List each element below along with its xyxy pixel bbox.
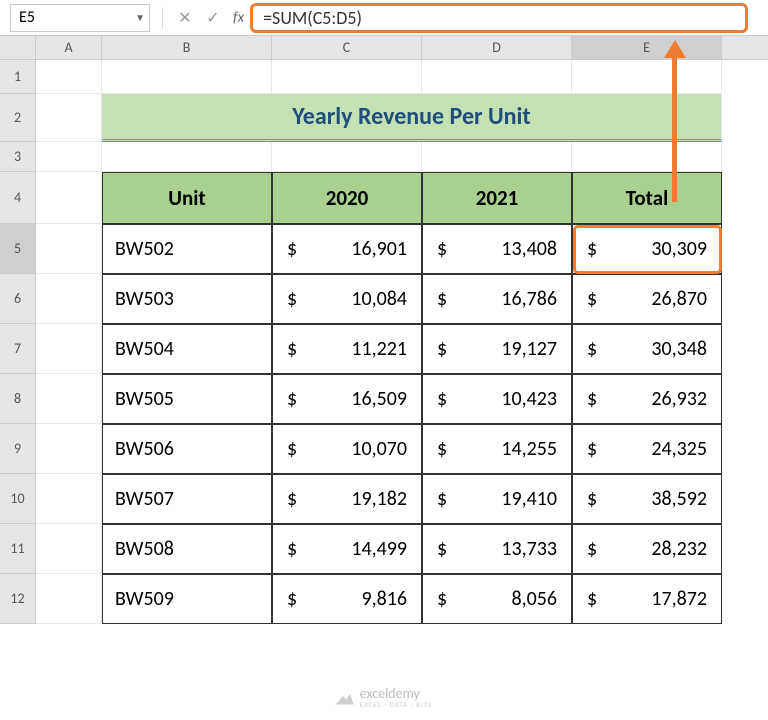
cell-A6[interactable] [36, 274, 102, 324]
row-header-7[interactable]: 7 [0, 324, 36, 374]
row-header-9[interactable]: 9 [0, 424, 36, 474]
cell-2020-5[interactable]: $16,901 [272, 224, 422, 274]
formula-bar: E5 ▼ ✕ ✓ fx =SUM(C5:D5) [0, 0, 768, 36]
cell-total-12[interactable]: $17,872 [572, 574, 722, 624]
cell-total-5[interactable]: $30,309 [572, 224, 722, 274]
cell-2021-11[interactable]: $13,733 [422, 524, 572, 574]
cell-2021-12[interactable]: $8,056 [422, 574, 572, 624]
cell-A5[interactable] [36, 224, 102, 274]
fx-icon[interactable]: fx [233, 9, 244, 27]
row-header-2[interactable]: 2 [0, 94, 36, 142]
spreadsheet-grid: A B C D E 1 2 3 4 5 6 7 8 9 10 11 12 [0, 36, 768, 624]
formula-text: =SUM(C5:D5) [263, 7, 362, 29]
cell-2020-9[interactable]: $10,070 [272, 424, 422, 474]
cell-2020-11[interactable]: $14,499 [272, 524, 422, 574]
select-all-corner[interactable] [0, 36, 36, 59]
header-2021[interactable]: 2021 [422, 172, 572, 224]
cell-B1[interactable] [102, 60, 272, 94]
watermark-sub: EXCEL · DATA · BITS [360, 701, 433, 708]
name-box[interactable]: E5 ▼ [10, 4, 150, 32]
cell-C1[interactable] [272, 60, 422, 94]
row-header-12[interactable]: 12 [0, 574, 36, 624]
header-unit[interactable]: Unit [102, 172, 272, 224]
col-header-B[interactable]: B [102, 36, 272, 59]
title-cell[interactable]: Yearly Revenue Per Unit [102, 94, 722, 142]
cell-D3[interactable] [422, 142, 572, 172]
cell-2021-8[interactable]: $10,423 [422, 374, 572, 424]
cell-A2[interactable] [36, 94, 102, 142]
col-header-C[interactable]: C [272, 36, 422, 59]
cell-unit-10[interactable]: BW507 [102, 474, 272, 524]
cell-E3[interactable] [572, 142, 722, 172]
col-header-D[interactable]: D [422, 36, 572, 59]
cell-total-11[interactable]: $28,232 [572, 524, 722, 574]
col-header-E[interactable]: E [572, 36, 722, 59]
row-header-11[interactable]: 11 [0, 524, 36, 574]
row-header-10[interactable]: 10 [0, 474, 36, 524]
confirm-icon[interactable]: ✓ [199, 4, 227, 32]
cell-2021-10[interactable]: $19,410 [422, 474, 572, 524]
cell-2021-6[interactable]: $16,786 [422, 274, 572, 324]
row-header-6[interactable]: 6 [0, 274, 36, 324]
cell-D1[interactable] [422, 60, 572, 94]
watermark-name: exceldemy [360, 687, 433, 701]
cell-total-6[interactable]: $26,870 [572, 274, 722, 324]
cell-A8[interactable] [36, 374, 102, 424]
header-total[interactable]: Total [572, 172, 722, 224]
name-box-value: E5 [19, 8, 35, 27]
cell-unit-8[interactable]: BW505 [102, 374, 272, 424]
col-header-A[interactable]: A [36, 36, 102, 59]
cell-A9[interactable] [36, 424, 102, 474]
cell-unit-7[interactable]: BW504 [102, 324, 272, 374]
chart-icon [336, 691, 354, 705]
cell-total-9[interactable]: $24,325 [572, 424, 722, 474]
row-header-5[interactable]: 5 [0, 224, 36, 274]
cell-unit-6[interactable]: BW503 [102, 274, 272, 324]
cell-total-10[interactable]: $38,592 [572, 474, 722, 524]
cell-C3[interactable] [272, 142, 422, 172]
column-headers: A B C D E [0, 36, 768, 60]
cell-2021-9[interactable]: $14,255 [422, 424, 572, 474]
cell-unit-5[interactable]: BW502 [102, 224, 272, 274]
cell-A12[interactable] [36, 574, 102, 624]
cell-E1[interactable] [572, 60, 722, 94]
cell-2021-5[interactable]: $13,408 [422, 224, 572, 274]
cell-A3[interactable] [36, 142, 102, 172]
cell-A1[interactable] [36, 60, 102, 94]
chevron-down-icon[interactable]: ▼ [135, 11, 145, 24]
cells-area: Yearly Revenue Per Unit Unit 2020 2021 T… [36, 60, 722, 624]
formula-input[interactable]: =SUM(C5:D5) [250, 3, 748, 33]
cell-unit-9[interactable]: BW506 [102, 424, 272, 474]
cell-A10[interactable] [36, 474, 102, 524]
cell-2020-7[interactable]: $11,221 [272, 324, 422, 374]
separator [162, 7, 163, 29]
cell-2020-8[interactable]: $16,509 [272, 374, 422, 424]
cell-total-8[interactable]: $26,932 [572, 374, 722, 424]
watermark: exceldemy EXCEL · DATA · BITS [336, 687, 433, 708]
row-header-4[interactable]: 4 [0, 172, 36, 224]
header-2020[interactable]: 2020 [272, 172, 422, 224]
row-headers: 1 2 3 4 5 6 7 8 9 10 11 12 [0, 60, 36, 624]
row-header-3[interactable]: 3 [0, 142, 36, 172]
cancel-icon[interactable]: ✕ [171, 4, 199, 32]
cell-A4[interactable] [36, 172, 102, 224]
cell-unit-11[interactable]: BW508 [102, 524, 272, 574]
cell-A11[interactable] [36, 524, 102, 574]
cell-B3[interactable] [102, 142, 272, 172]
cell-unit-12[interactable]: BW509 [102, 574, 272, 624]
row-header-8[interactable]: 8 [0, 374, 36, 424]
cell-2021-7[interactable]: $19,127 [422, 324, 572, 374]
cell-2020-12[interactable]: $9,816 [272, 574, 422, 624]
cell-2020-10[interactable]: $19,182 [272, 474, 422, 524]
row-header-1[interactable]: 1 [0, 60, 36, 94]
cell-2020-6[interactable]: $10,084 [272, 274, 422, 324]
cell-total-7[interactable]: $30,348 [572, 324, 722, 374]
cell-A7[interactable] [36, 324, 102, 374]
